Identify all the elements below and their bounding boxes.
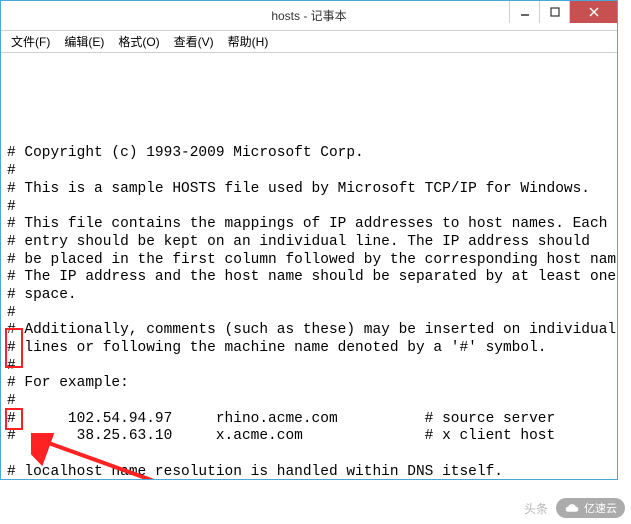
editor-line: # The IP address and the host name shoul… bbox=[7, 269, 611, 287]
menubar: 文件(F) 编辑(E) 格式(O) 查看(V) 帮助(H) bbox=[1, 31, 617, 53]
editor-line: # entry should be kept on an individual … bbox=[7, 234, 611, 252]
editor-line: # Additionally, comments (such as these)… bbox=[7, 322, 611, 340]
notepad-window: hosts - 记事本 文件(F) 编辑(E) 格式(O) 查看(V) 帮助(H… bbox=[0, 0, 618, 480]
editor-line: # bbox=[7, 358, 611, 376]
window-title: hosts - 记事本 bbox=[271, 7, 346, 24]
maximize-icon bbox=[550, 7, 560, 17]
editor-line: # bbox=[7, 199, 611, 217]
close-icon bbox=[589, 7, 599, 17]
editor-line: # localhost name resolution is handled w… bbox=[7, 464, 611, 479]
editor-line: # For example: bbox=[7, 375, 611, 393]
editor-line: # bbox=[7, 305, 611, 323]
editor-line: # lines or following the machine name de… bbox=[7, 340, 611, 358]
editor-line: # This file contains the mappings of IP … bbox=[7, 216, 611, 234]
watermark-left: 头条 bbox=[524, 500, 548, 517]
maximize-button[interactable] bbox=[539, 1, 569, 23]
cloud-icon bbox=[564, 503, 580, 513]
editor-line: # bbox=[7, 393, 611, 411]
watermark: 头条 亿速云 bbox=[524, 498, 625, 518]
menu-help[interactable]: 帮助(H) bbox=[222, 31, 275, 52]
watermark-badge: 亿速云 bbox=[556, 498, 625, 518]
editor-line: # space. bbox=[7, 287, 611, 305]
close-button[interactable] bbox=[569, 1, 617, 23]
window-controls bbox=[509, 1, 617, 23]
minimize-button[interactable] bbox=[509, 1, 539, 23]
editor-line: # be placed in the first column followed… bbox=[7, 252, 611, 270]
menu-file[interactable]: 文件(F) bbox=[5, 31, 56, 52]
editor-line: # 102.54.94.97 rhino.acme.com # source s… bbox=[7, 411, 611, 429]
editor-line: # bbox=[7, 163, 611, 181]
editor-line bbox=[7, 446, 611, 464]
watermark-right: 亿速云 bbox=[584, 500, 617, 516]
editor-line: # This is a sample HOSTS file used by Mi… bbox=[7, 181, 611, 199]
menu-format[interactable]: 格式(O) bbox=[112, 31, 165, 52]
titlebar[interactable]: hosts - 记事本 bbox=[1, 1, 617, 31]
menu-edit[interactable]: 编辑(E) bbox=[58, 31, 110, 52]
editor-line: # 38.25.63.10 x.acme.com # x client host bbox=[7, 428, 611, 446]
text-editor[interactable]: # Copyright (c) 1993-2009 Microsoft Corp… bbox=[1, 53, 617, 479]
editor-line: # Copyright (c) 1993-2009 Microsoft Corp… bbox=[7, 145, 611, 163]
minimize-icon bbox=[520, 7, 530, 17]
menu-view[interactable]: 查看(V) bbox=[168, 31, 220, 52]
